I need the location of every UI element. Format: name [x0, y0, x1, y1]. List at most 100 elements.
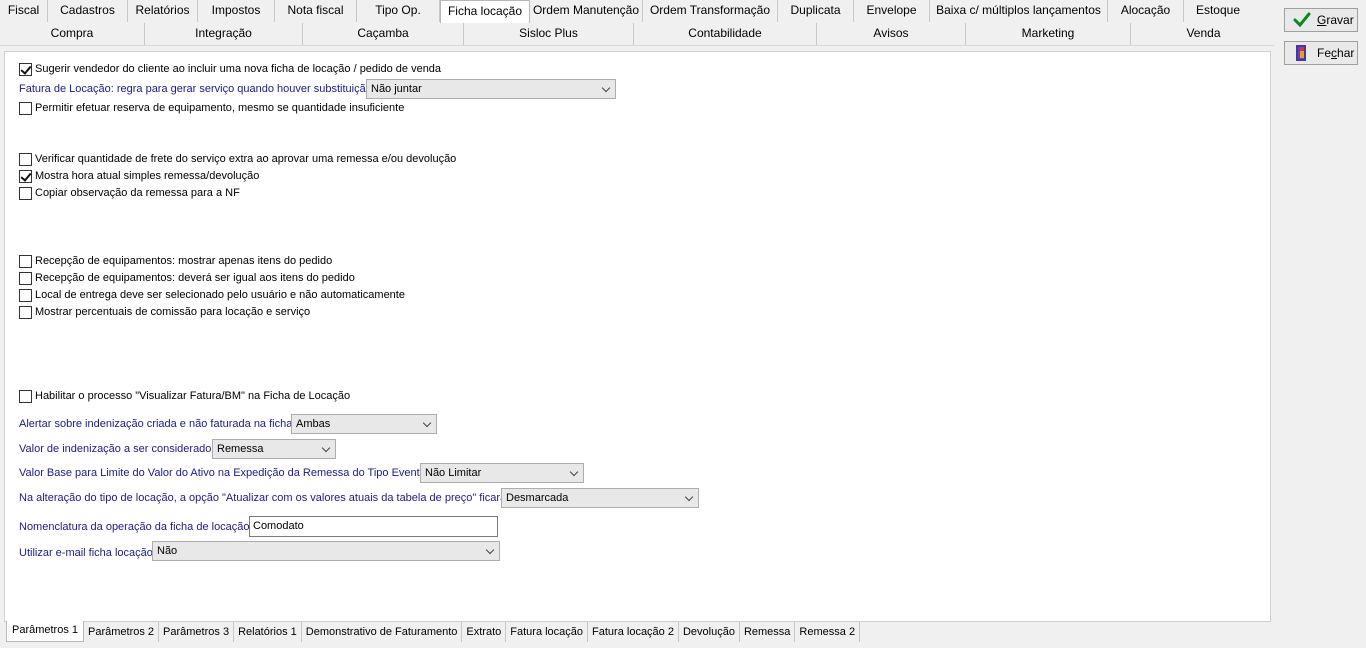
option-recepcao-igual[interactable]: Recepção de equipamentos: deverá ser igu…: [19, 270, 355, 286]
valor-indenizacao-select[interactable]: Remessa: [212, 439, 336, 459]
select-value: Não: [157, 545, 178, 557]
tab-marketing[interactable]: Marketing: [966, 23, 1131, 45]
tab-baixa-multiplos[interactable]: Baixa c/ múltiplos lançamentos: [930, 0, 1108, 22]
tab-venda[interactable]: Venda: [1131, 23, 1276, 45]
tab-cadastros[interactable]: Cadastros: [48, 0, 128, 22]
tab-parametros-1[interactable]: Parâmetros 1: [6, 621, 84, 642]
nomenclatura-input[interactable]: Comodato: [249, 516, 498, 537]
tab-fiscal[interactable]: Fiscal: [0, 0, 48, 22]
parameters-panel: Sugerir vendedor do cliente ao incluir u…: [4, 51, 1271, 622]
tab-ordem-manutencao[interactable]: Ordem Manutenção: [530, 0, 643, 22]
fatura-locacao-select[interactable]: Não juntar: [366, 79, 616, 99]
tab-compra[interactable]: Compra: [0, 23, 145, 45]
nomenclatura-row: Nomenclatura da operação da ficha de loc…: [19, 519, 250, 535]
option-sugerir-vendedor[interactable]: Sugerir vendedor do cliente ao incluir u…: [19, 61, 441, 77]
checkbox-label: Permitir efetuar reserva de equipamento,…: [35, 102, 405, 114]
field-label: Alertar sobre indenização criada e não f…: [19, 418, 293, 430]
select-value: Não Limitar: [425, 467, 482, 479]
valor-base-select[interactable]: Não Limitar: [420, 463, 584, 483]
field-label: Fatura de Locação: regra para gerar serv…: [19, 83, 372, 95]
tab-relatorios-1[interactable]: Relatórios 1: [234, 622, 302, 642]
checkbox-label: Recepção de equipamentos: mostrar apenas…: [35, 255, 333, 267]
tab-fatura-locacao[interactable]: Fatura locação: [506, 622, 589, 642]
tabstrip-divider: [0, 45, 1274, 46]
checkbox-label: Recepção de equipamentos: deverá ser igu…: [35, 272, 355, 284]
checkbox-label: Local de entrega deve ser selecionado pe…: [35, 289, 405, 301]
checkbox[interactable]: [19, 186, 32, 200]
tab-contabilidade[interactable]: Contabilidade: [634, 23, 817, 45]
field-label: Valor de indenização a ser considerado: [19, 443, 212, 455]
save-button-label: Gravar: [1317, 13, 1354, 27]
option-recepcao-apenas[interactable]: Recepção de equipamentos: mostrar apenas…: [19, 253, 332, 269]
tab-sisloc-plus[interactable]: Sisloc Plus: [464, 23, 634, 45]
valor-indenizacao-row: Valor de indenização a ser considerado: [19, 441, 211, 457]
save-button[interactable]: Gravar: [1284, 8, 1358, 32]
checkbox-label: Habilitar o processo "Visualizar Fatura/…: [35, 390, 351, 402]
option-mostrar-percentuais[interactable]: Mostrar percentuais de comissão para loc…: [19, 304, 310, 320]
check-icon: [1293, 12, 1311, 28]
tab-impostos[interactable]: Impostos: [198, 0, 275, 22]
option-habilitar-visualizar[interactable]: Habilitar o processo "Visualizar Fatura/…: [19, 388, 350, 404]
tab-devolucao[interactable]: Devolução: [678, 622, 740, 642]
tab-nota-fiscal[interactable]: Nota fiscal: [275, 0, 357, 22]
checkbox[interactable]: [19, 305, 32, 319]
tab-fatura-locacao-2[interactable]: Fatura locação 2: [588, 622, 679, 642]
checkbox-label: Copiar observação da remessa para a NF: [35, 187, 240, 199]
select-value: Remessa: [217, 443, 264, 455]
utilizar-email-row: Utilizar e-mail ficha locação: [19, 545, 153, 561]
alertar-indenizacao-row: Alertar sobre indenização criada e não f…: [19, 416, 292, 432]
tab-avisos[interactable]: Avisos: [817, 23, 966, 45]
option-local-entrega[interactable]: Local de entrega deve ser selecionado pe…: [19, 287, 405, 303]
tab-integracao[interactable]: Integração: [145, 23, 303, 45]
top-tabs-row-2: Compra Integração Caçamba Sisloc Plus Co…: [0, 23, 1276, 45]
option-verificar-frete[interactable]: Verificar quantidade de frete do serviço…: [19, 151, 456, 167]
checkbox[interactable]: [19, 169, 32, 183]
chevron-down-icon: [422, 418, 432, 428]
option-fatura-locacao-row: Fatura de Locação: regra para gerar serv…: [19, 81, 372, 97]
tab-estoque[interactable]: Estoque: [1184, 0, 1252, 22]
tab-parametros-2[interactable]: Parâmetros 2: [84, 622, 160, 642]
tab-relatorios[interactable]: Relatórios: [128, 0, 198, 22]
tab-alocacao[interactable]: Alocação: [1108, 0, 1184, 22]
option-copiar-obs[interactable]: Copiar observação da remessa para a NF: [19, 185, 240, 201]
utilizar-email-select[interactable]: Não: [152, 541, 500, 561]
option-permitir-reserva[interactable]: Permitir efetuar reserva de equipamento,…: [19, 100, 404, 116]
field-label: Utilizar e-mail ficha locação: [19, 547, 153, 559]
checkbox-label: Verificar quantidade de frete do serviço…: [35, 153, 457, 165]
alteracao-tipo-select[interactable]: Desmarcada: [501, 488, 699, 508]
tab-remessa[interactable]: Remessa: [739, 622, 796, 642]
checkbox[interactable]: [19, 62, 32, 76]
chevron-down-icon: [684, 492, 694, 502]
top-tabs-row-1: Fiscal Cadastros Relatórios Impostos Not…: [0, 0, 1252, 23]
checkbox[interactable]: [19, 101, 32, 115]
checkbox[interactable]: [19, 152, 32, 166]
tab-demonstrativo-faturamento[interactable]: Demonstrativo de Faturamento: [301, 622, 463, 642]
chevron-down-icon: [321, 443, 331, 453]
checkbox[interactable]: [19, 254, 32, 268]
checkbox[interactable]: [19, 389, 32, 403]
tab-ordem-transformacao[interactable]: Ordem Transformação: [643, 0, 778, 22]
tab-cacamba[interactable]: Caçamba: [303, 23, 464, 45]
close-button[interactable]: Fechar: [1284, 41, 1358, 65]
checkbox-label: Mostra hora atual simples remessa/devolu…: [35, 170, 260, 182]
field-label: Na alteração do tipo de locação, a opção…: [19, 492, 510, 504]
alteracao-tipo-row: Na alteração do tipo de locação, a opção…: [19, 490, 509, 506]
checkbox-label: Sugerir vendedor do cliente ao incluir u…: [35, 63, 442, 75]
tab-remessa-2[interactable]: Remessa 2: [795, 622, 861, 642]
option-mostra-hora[interactable]: Mostra hora atual simples remessa/devolu…: [19, 168, 259, 184]
tab-tipo-op[interactable]: Tipo Op.: [357, 0, 440, 22]
tab-ficha-locacao[interactable]: Ficha locação: [440, 0, 530, 23]
chevron-down-icon: [601, 83, 611, 93]
tab-extrato[interactable]: Extrato: [462, 622, 507, 642]
tab-duplicata[interactable]: Duplicata: [778, 0, 854, 22]
select-value: Ambas: [296, 418, 331, 430]
checkbox[interactable]: [19, 288, 32, 302]
alertar-indenizacao-select[interactable]: Ambas: [291, 414, 437, 434]
checkbox[interactable]: [19, 271, 32, 285]
close-button-label: Fechar: [1317, 46, 1355, 60]
select-value: Não juntar: [371, 83, 422, 95]
checkbox-label: Mostrar percentuais de comissão para loc…: [35, 306, 311, 318]
field-label: Nomenclatura da operação da ficha de loc…: [19, 521, 250, 533]
tab-envelope[interactable]: Envelope: [854, 0, 930, 22]
tab-parametros-3[interactable]: Parâmetros 3: [159, 622, 235, 642]
